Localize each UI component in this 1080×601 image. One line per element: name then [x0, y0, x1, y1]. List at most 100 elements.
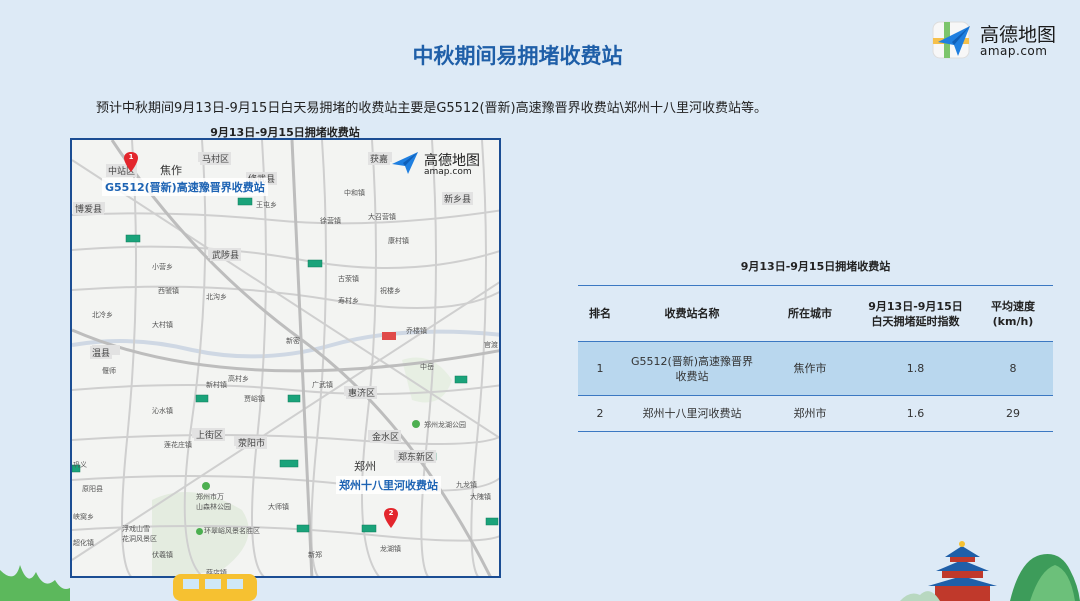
page-title: 中秋期间易拥堵收费站	[412, 44, 623, 68]
place-yanshi: 偃师	[102, 367, 116, 375]
place-longhu: 郑州龙湖公园	[424, 421, 466, 429]
place-gongyi: 巩义	[73, 461, 87, 469]
place-xiaoyi: 小营乡	[152, 263, 173, 271]
header-city: 所在城市	[762, 285, 858, 342]
map-panel: 高德地图 amap.com 马村区 获嘉 中站区 焦作 修武县 博爱县 王屯乡 …	[70, 138, 501, 578]
cell-name-line1: G5512(晋新)高速豫晋界	[630, 354, 754, 368]
place-xinzheng: 新郑	[308, 551, 322, 559]
header-rank: 排名	[578, 285, 622, 342]
table-row: 2 郑州十八里河收费站 郑州市 1.6 29	[578, 395, 1053, 432]
grass-decoration-icon	[0, 565, 70, 601]
place-lanyang: 乔楼镇	[406, 327, 427, 335]
place-senlin-2: 山森林公园	[196, 503, 231, 511]
place-senlin-1: 郑州市万	[196, 493, 224, 501]
temple-decoration-icon	[900, 541, 1080, 601]
logo-name: 高德地图	[980, 24, 1057, 46]
place-zhonghe: 中和镇	[344, 189, 365, 197]
pin-number: 1	[128, 153, 134, 161]
place-zhengzhou: 郑州	[354, 460, 376, 473]
cell-index: 1.8	[858, 341, 973, 396]
place-wenxian: 温县	[90, 346, 113, 359]
place-fuxi-1: 浮戏山雪	[122, 525, 150, 533]
cell-name-line2: 收费站	[675, 369, 709, 383]
cell-index: 1.6	[858, 395, 973, 432]
place-shangfen: 沁水镇	[152, 407, 173, 415]
map-logo-domain: amap.com	[424, 167, 472, 177]
place-shoushang: 寿村乡	[338, 297, 359, 305]
table-header-row: 排名 收费站名称 所在城市 9月13日-9月15日 白天拥堵延时指数 平均速度 …	[578, 285, 1053, 342]
cell-city: 焦作市	[762, 341, 858, 396]
pin-number: 2	[388, 509, 394, 517]
place-fudian: 伏羲镇	[152, 551, 173, 559]
place-jiu: 九龙镇	[456, 481, 477, 489]
place-huanlou: 环翠峪风景名胜区	[204, 527, 260, 535]
place-shangjie: 上街区	[194, 428, 226, 441]
cell-name: G5512(晋新)高速豫晋界 收费站	[622, 341, 762, 396]
logo-domain: amap.com	[980, 44, 1048, 58]
park-icon	[196, 528, 203, 535]
place-gaocheng: 高村乡	[228, 375, 249, 383]
place-longhu-town: 龙湖镇	[380, 545, 401, 553]
callout-toll-1: G5512(晋新)高速豫晋界收费站	[102, 178, 268, 196]
place-zhongmou: 官渡	[484, 341, 498, 349]
place-xiguo: 西虢镇	[158, 287, 179, 295]
map-pin-icon[interactable]: 2	[384, 508, 398, 528]
place-yangzhuang: 徐营镇	[320, 217, 341, 225]
map-amap-logo: 高德地图 amap.com	[390, 150, 499, 178]
place-yingze: 莲花庄镇	[164, 441, 192, 449]
place-dacun: 大村镇	[152, 321, 173, 329]
park-icon	[412, 420, 420, 428]
place-daizhuang: 大隗镇	[470, 493, 491, 501]
place-jiaozuo: 焦作	[160, 164, 182, 177]
intro-text: 预计中秋期间9月13日-9月15日白天易拥堵的收费站主要是G5512(晋新)高速…	[96, 101, 767, 116]
place-zhongyue: 中岳	[420, 363, 434, 371]
place-xingyang: 荥阳市	[236, 436, 268, 449]
place-wangzhen: 王屯乡	[256, 201, 277, 209]
table-row: 1 G5512(晋新)高速豫晋界 收费站 焦作市 1.8 8	[578, 341, 1053, 396]
toll-table: 排名 收费站名称 所在城市 9月13日-9月15日 白天拥堵延时指数 平均速度 …	[578, 285, 1053, 432]
cell-rank: 2	[578, 395, 622, 432]
amap-logo-icon	[392, 152, 418, 174]
place-dashi: 大师镇	[268, 503, 289, 511]
place-huojia: 获嘉	[368, 152, 391, 165]
place-jiacun: 贾峪镇	[244, 395, 265, 403]
place-beigou: 北沟乡	[206, 293, 227, 301]
place-huiji: 惠济区	[346, 386, 378, 399]
place-guangwu: 广武镇	[312, 381, 333, 389]
place-fuxi-2: 花洞风景区	[122, 535, 157, 543]
bus-decoration-icon	[173, 574, 257, 601]
place-yuanyang: 原阳县	[82, 485, 103, 493]
map-pin-icon[interactable]: 1	[124, 152, 138, 172]
header-speed: 平均速度 (km/h)	[973, 285, 1053, 342]
place-zhengdong: 郑东新区	[396, 450, 437, 463]
place-xinxiang: 新乡县	[442, 192, 474, 205]
place-xiwang: 新村镇	[206, 381, 227, 389]
header-index-line2: 白天拥堵延时指数	[871, 314, 960, 328]
amap-logo: 高德地图 amap.com	[930, 18, 1070, 62]
callout-toll-2: 郑州十八里河收费站	[336, 476, 441, 494]
cell-speed: 8	[973, 341, 1053, 396]
place-kanghe: 康村镇	[388, 237, 409, 245]
place-qinglong: 祝楼乡	[380, 287, 401, 295]
cell-rank: 1	[578, 341, 622, 396]
header-index: 9月13日-9月15日 白天拥堵延时指数	[858, 285, 973, 342]
place-dazhaoying: 大召营镇	[368, 213, 396, 221]
header-speed-line2: (km/h)	[992, 314, 1034, 328]
header-name: 收费站名称	[622, 285, 762, 342]
header-index-line1: 9月13日-9月15日	[868, 299, 963, 313]
amap-logo-icon	[932, 21, 970, 59]
cell-speed: 29	[973, 395, 1053, 432]
place-jinshui: 金水区	[370, 430, 402, 443]
place-boai: 博爱县	[73, 202, 105, 215]
place-xinmi: 新密	[286, 337, 300, 345]
place-yuzhai: 峡窝乡	[73, 513, 94, 521]
table-caption: 9月13日-9月15日拥堵收费站	[740, 260, 891, 273]
place-gucheng: 古荥镇	[338, 275, 359, 283]
place-chaohua: 超化镇	[73, 539, 94, 547]
cell-city: 郑州市	[762, 395, 858, 432]
cell-name: 郑州十八里河收费站	[622, 395, 762, 432]
header-speed-line1: 平均速度	[991, 299, 1035, 313]
place-wuzhi: 武陟县	[210, 248, 242, 261]
park-icon	[202, 482, 210, 490]
place-macun: 马村区	[200, 152, 232, 165]
